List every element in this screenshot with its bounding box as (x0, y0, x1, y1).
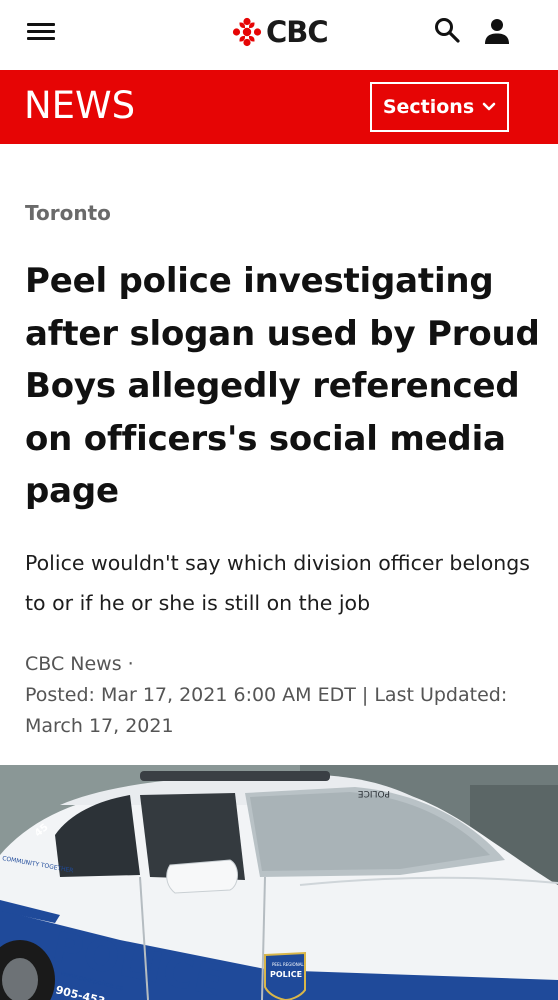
logo-text: CBC (266, 15, 329, 49)
search-icon[interactable] (433, 16, 461, 44)
article-headline: Peel police investigating after slogan u… (25, 261, 540, 511)
category-link[interactable]: Toronto (25, 201, 111, 225)
news-section-bar: NEWS Sections (0, 70, 558, 144)
user-icon[interactable] (483, 17, 511, 45)
badge-text: POLICE (270, 970, 302, 979)
chevron-down-icon (482, 102, 496, 111)
badge-top-text: PEEL REGIONAL (272, 962, 304, 967)
cbc-logo[interactable]: CBC (232, 14, 329, 50)
byline-timestamps: Posted: Mar 17, 2021 6:00 AM EDT | Last … (25, 684, 508, 737)
article-deck: Police wouldn't say which division offic… (25, 551, 530, 615)
sections-button[interactable]: Sections (370, 82, 509, 132)
byline-source: CBC News · (25, 653, 134, 675)
hamburger-menu-icon[interactable] (27, 21, 55, 43)
news-title[interactable]: NEWS (24, 84, 135, 127)
article-byline: CBC News · Posted: Mar 17, 2021 6:00 AM … (25, 649, 545, 742)
sections-label: Sections (382, 96, 475, 118)
windshield-police-text: POLICE (358, 788, 390, 798)
top-header: CBC (0, 0, 558, 70)
police-car-illustration: POLICE POLICE COMMUNITY TOGETHER www.pee… (0, 765, 558, 1000)
hero-image[interactable]: POLICE POLICE COMMUNITY TOGETHER www.pee… (0, 765, 558, 1000)
cbc-gem-icon (232, 17, 262, 47)
